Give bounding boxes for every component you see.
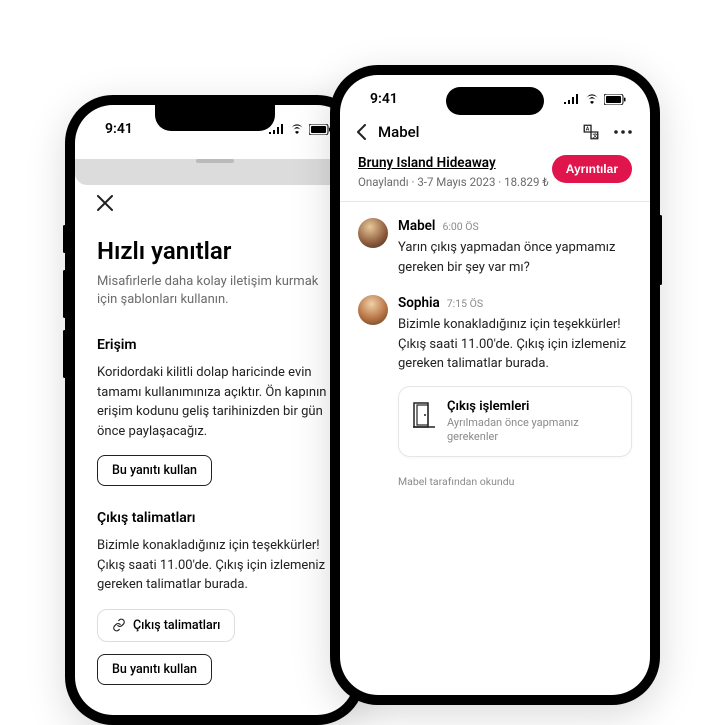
section-body-checkout: Bizimle konakladığınız için teşekkürler!… — [97, 536, 333, 595]
status-time: 9:41 — [105, 121, 133, 137]
card-title: Çıkış işlemleri — [447, 399, 617, 414]
details-button[interactable]: Ayrıntılar — [552, 155, 632, 183]
use-reply-label: Bu yanıtı kullan — [112, 463, 197, 478]
message-time: 6:00 ÖS — [442, 220, 478, 233]
message-sender: Mabel — [398, 218, 435, 234]
page-title: Hızlı yanıtlar — [97, 237, 333, 265]
side-button — [659, 215, 662, 285]
message-text: Yarın çıkış yapmadan önce yapmamız gerek… — [398, 238, 632, 277]
read-receipt: Mabel tarafından okundu — [398, 475, 632, 488]
translate-icon: A文 — [582, 123, 600, 141]
use-reply-label-2: Bu yanıtı kullan — [112, 662, 197, 677]
avatar[interactable] — [358, 218, 388, 248]
message-time: 7:15 ÖS — [447, 297, 483, 310]
listing-header: Bruny Island Hideaway Onaylandı · 3-7 Ma… — [340, 151, 650, 202]
listing-meta: Onaylandı · 3-7 Mayıs 2023 · 18.829 ₺ — [358, 175, 549, 189]
status-icons — [564, 94, 626, 105]
translate-button[interactable]: A文 — [582, 123, 600, 141]
listing-title[interactable]: Bruny Island Hideaway — [358, 155, 549, 171]
checkout-link-label: Çıkış talimatları — [133, 618, 220, 633]
nav-bar: Mabel A文 — [340, 117, 650, 151]
message-item: Sophia 7:15 ÖS Bizimle konakladığınız iç… — [358, 295, 632, 457]
details-label: Ayrıntılar — [566, 162, 618, 176]
more-icon — [614, 130, 632, 134]
status-icons — [269, 124, 331, 135]
card-subtitle: Ayrılmadan önce yapmanız gerekenler — [447, 416, 617, 445]
close-button[interactable] — [97, 195, 113, 211]
checkout-link-chip[interactable]: Çıkış talimatları — [97, 609, 235, 642]
nav-title: Mabel — [378, 123, 420, 141]
close-icon — [97, 195, 113, 211]
svg-text:A: A — [586, 127, 590, 133]
avatar[interactable] — [358, 295, 388, 325]
use-reply-button[interactable]: Bu yanıtı kullan — [97, 455, 212, 486]
message-text: Bizimle konakladığınız için teşekkürler!… — [398, 315, 632, 374]
message-list: Mabel 6:00 ÖS Yarın çıkış yapmadan önce … — [340, 202, 650, 504]
section-body-access: Koridordaki kilitli dolap haricinde evin… — [97, 363, 333, 441]
more-button[interactable] — [614, 130, 632, 134]
phone-frame-right: 9:41 Mabel A文 — [330, 65, 660, 705]
dynamic-island — [446, 87, 544, 115]
message-sender: Sophia — [398, 295, 440, 311]
section-heading-checkout: Çıkış talimatları — [97, 510, 333, 526]
status-time: 9:41 — [370, 91, 398, 107]
checkout-card[interactable]: Çıkış işlemleri Ayrılmadan önce yapmanız… — [398, 386, 632, 458]
sheet-backdrop — [75, 159, 355, 185]
section-heading-access: Erişim — [97, 337, 333, 353]
message-item: Mabel 6:00 ÖS Yarın çıkış yapmadan önce … — [358, 218, 632, 277]
sheet-grabber[interactable] — [196, 159, 234, 163]
side-button — [63, 225, 66, 253]
back-button[interactable] — [356, 124, 366, 140]
side-button — [63, 270, 66, 318]
notch — [155, 105, 275, 131]
side-button — [63, 330, 66, 378]
page-subtitle: Misafirlerle daha kolay iletişim kurmak … — [97, 273, 333, 309]
phone-frame-left: 9:41 Hızlı yanıtlar Misafirlerle daha ko… — [65, 95, 365, 725]
chevron-left-icon — [356, 124, 366, 140]
use-reply-button-2[interactable]: Bu yanıtı kullan — [97, 654, 212, 685]
door-icon — [413, 402, 435, 428]
link-icon — [112, 618, 126, 632]
